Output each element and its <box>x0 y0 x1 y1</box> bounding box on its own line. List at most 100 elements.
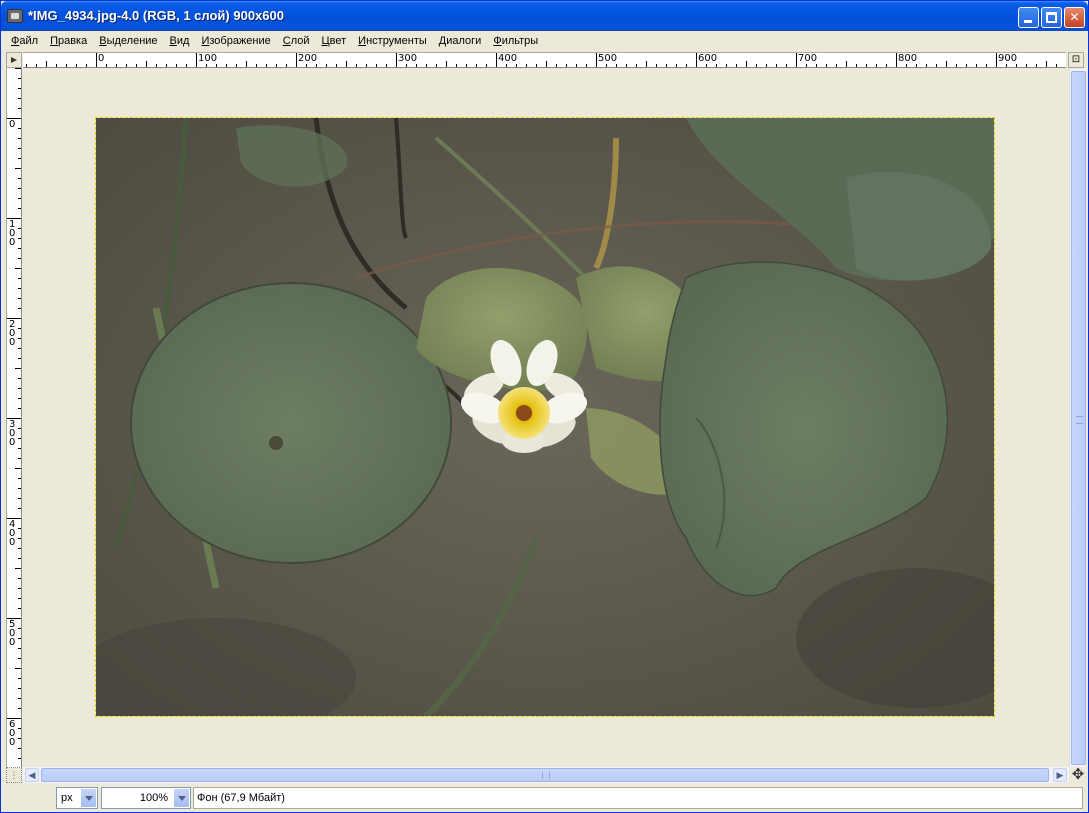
ruler-tick <box>786 64 787 67</box>
vertical-scrollbar[interactable] <box>1069 69 1086 767</box>
navigate-button[interactable]: ✥ <box>1070 767 1086 783</box>
menu-item-3[interactable]: Вид <box>164 32 196 50</box>
ruler-tick <box>18 148 21 149</box>
ruler-tick <box>216 64 217 67</box>
ruler-tick <box>76 64 77 67</box>
ruler-tick <box>96 53 97 67</box>
ruler-tick <box>46 61 47 67</box>
ruler-tick <box>15 468 21 469</box>
ruler-tick <box>18 278 21 279</box>
ruler-tick <box>18 428 21 429</box>
bottom-scroll-row: ⋮ ◀ ▶ ✥ <box>6 767 1086 784</box>
ruler-tick <box>586 64 587 67</box>
ruler-tick <box>746 61 747 67</box>
ruler-label: 200 <box>9 319 16 348</box>
ruler-tick <box>836 64 837 67</box>
menu-item-4[interactable]: Изображение <box>195 32 276 50</box>
ruler-tick <box>416 64 417 67</box>
gimp-image-icon[interactable] <box>7 9 23 23</box>
ruler-tick <box>676 64 677 67</box>
menu-item-2[interactable]: Выделение <box>93 32 163 50</box>
ruler-tick <box>686 64 687 67</box>
unit-selector[interactable]: px <box>56 787 98 809</box>
status-bar: px 100% Фон (67,9 Мбайт) <box>6 785 1086 811</box>
ruler-label: 100 <box>9 219 16 248</box>
ruler-tick <box>696 53 697 67</box>
ruler-tick <box>15 268 21 269</box>
horizontal-scroll-thumb[interactable] <box>41 768 1049 782</box>
ruler-tick <box>18 88 21 89</box>
ruler-tick <box>15 368 21 369</box>
ruler-tick <box>18 448 21 449</box>
ruler-tick <box>15 568 21 569</box>
scroll-grip-icon <box>542 772 550 779</box>
ruler-tick <box>236 64 237 67</box>
menu-item-9[interactable]: Фильтры <box>487 32 544 50</box>
ruler-tick <box>186 64 187 67</box>
ruler-tick <box>526 64 527 67</box>
close-button[interactable]: ✕ <box>1064 7 1085 28</box>
ruler-tick <box>18 338 21 339</box>
menu-accelerator: В <box>99 35 107 47</box>
ruler-tick <box>626 64 627 67</box>
scroll-right-button[interactable]: ▶ <box>1053 768 1067 782</box>
ruler-tick <box>606 64 607 67</box>
ruler-tick <box>996 53 997 67</box>
ruler-tick <box>716 64 717 67</box>
ruler-tick <box>536 64 537 67</box>
ruler-tick <box>15 168 21 169</box>
ruler-tick <box>736 64 737 67</box>
menu-item-0[interactable]: Файл <box>5 32 44 50</box>
ruler-tick <box>66 64 67 67</box>
ruler-tick <box>776 64 777 67</box>
ruler-tick <box>18 748 21 749</box>
ruler-tick <box>15 68 21 69</box>
menu-item-7[interactable]: Инструменты <box>352 32 433 50</box>
chevron-down-icon[interactable] <box>80 788 97 808</box>
scroll-left-button[interactable]: ◀ <box>25 768 39 782</box>
ruler-tick <box>486 64 487 67</box>
ruler-tick <box>946 61 947 67</box>
ruler-tick <box>86 64 87 67</box>
ruler-tick <box>956 64 957 67</box>
chevron-left-icon: ◀ <box>28 770 36 780</box>
menu-item-1[interactable]: Правка <box>44 32 93 50</box>
ruler-tick <box>316 64 317 67</box>
chevron-down-icon[interactable] <box>173 788 190 808</box>
ruler-tick <box>796 53 797 67</box>
ruler-tick <box>18 388 21 389</box>
ruler-tick <box>116 64 117 67</box>
ruler-tick <box>866 64 867 67</box>
ruler-tick <box>18 638 21 639</box>
title-bar[interactable]: *IMG_4934.jpg-4.0 (RGB, 1 слой) 900x600 … <box>1 1 1088 31</box>
zoom-fit-icon[interactable]: ⊡ <box>1068 52 1084 68</box>
ruler-label: 500 <box>9 619 16 648</box>
menu-item-6[interactable]: Цвет <box>316 32 353 50</box>
ruler-tick <box>386 64 387 67</box>
ruler-label: 500 <box>598 53 618 64</box>
maximize-button[interactable] <box>1041 7 1062 28</box>
navigate-icon: ✥ <box>1071 766 1085 783</box>
ruler-tick <box>176 64 177 67</box>
menu-item-8[interactable]: Диалоги <box>433 32 488 50</box>
ruler-tick <box>636 64 637 67</box>
horizontal-scrollbar[interactable]: ◀ ▶ <box>23 767 1069 783</box>
ruler-label: 300 <box>398 53 418 64</box>
vertical-ruler[interactable]: 0 100 200 300 400 500 600 <box>6 68 22 768</box>
ruler-tick <box>18 698 21 699</box>
ruler-tick <box>18 108 21 109</box>
window-title: *IMG_4934.jpg-4.0 (RGB, 1 слой) 900x600 <box>28 8 284 23</box>
ruler-tick <box>15 668 21 669</box>
image-canvas[interactable] <box>95 117 995 717</box>
vertical-scroll-thumb[interactable] <box>1071 71 1086 765</box>
ruler-tick <box>926 64 927 67</box>
quick-mask-button[interactable]: ⋮ <box>6 767 22 783</box>
ruler-label: 600 <box>9 719 16 748</box>
horizontal-ruler[interactable]: 0 100 200 300 400 500 600 700 800 900 <box>23 52 1066 68</box>
ruler-tick <box>1046 61 1047 67</box>
zoom-selector[interactable]: 100% <box>101 787 191 809</box>
minimize-button[interactable] <box>1018 7 1039 28</box>
image-menu-button[interactable] <box>6 52 22 68</box>
menu-item-5[interactable]: Слой <box>277 32 316 50</box>
ruler-tick <box>18 358 21 359</box>
